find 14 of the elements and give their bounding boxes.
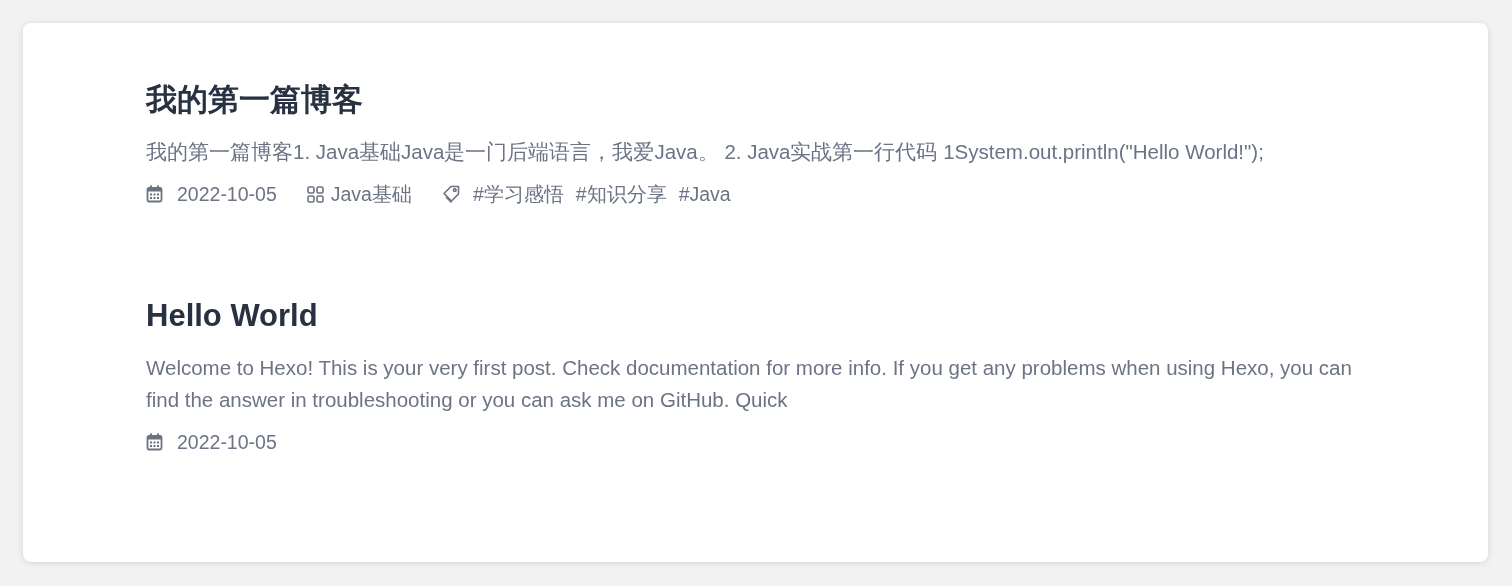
calendar-icon [146,185,163,203]
tag-icon [441,184,461,204]
grid-icon [306,185,324,203]
category-link[interactable]: Java基础 [330,180,412,208]
calendar-icon [146,433,163,451]
tag-link[interactable]: #Java [678,182,731,206]
post-date: 2022-10-05 [177,430,277,454]
post-excerpt: Welcome to Hexo! This is your very first post. Check documentation for more info. If you get any problems when using Hexo, you can find the answer in troubleshooting or you can ask me on GitHub. Quick [146,355,1353,413]
post-excerpt: 我的第一篇博客1. Java基础Java是一门后端语言，我爱Java。 2. Java实战第一行代码 1System.out.println("Hello World!"); [146,139,1265,165]
post-date: 2022-10-05 [177,182,277,206]
tag-link[interactable]: #学习感悟 [472,180,564,208]
tag-link[interactable]: #知识分享 [575,180,667,208]
post-title[interactable]: 我的第一篇博客 [146,80,1378,120]
post-title[interactable]: Hello World [146,296,1378,336]
